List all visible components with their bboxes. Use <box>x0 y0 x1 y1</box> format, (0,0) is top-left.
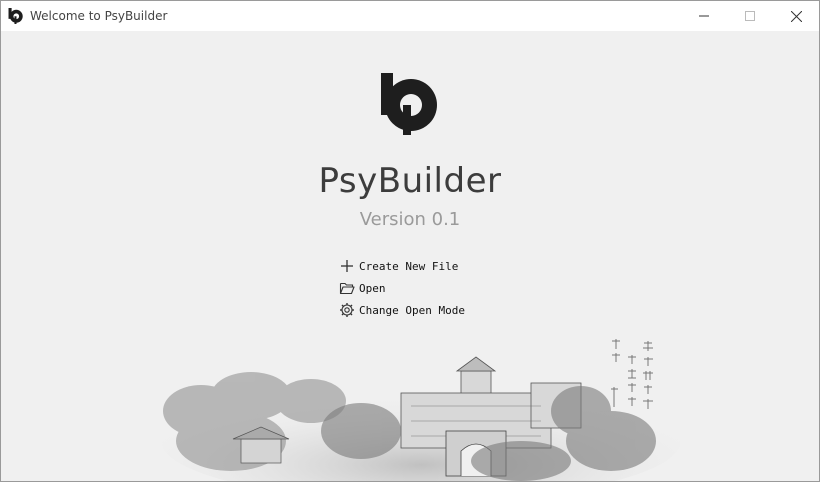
close-button[interactable] <box>773 1 819 31</box>
app-name: PsyBuilder <box>318 161 502 201</box>
open-label: Open <box>359 281 386 295</box>
close-icon <box>790 10 802 22</box>
welcome-actions: Create New File Open Change Open Mode <box>339 255 465 321</box>
title-bar[interactable]: Welcome to PsyBuilder <box>1 1 819 31</box>
create-new-file-label: Create New File <box>359 259 459 273</box>
maximize-button[interactable] <box>727 1 773 31</box>
calligraphy-seal-decoration <box>611 339 653 409</box>
psybuilder-logo-icon <box>8 8 23 24</box>
maximize-icon <box>745 11 755 21</box>
version-label: Version 0.1 <box>359 209 461 230</box>
change-open-mode-action[interactable]: Change Open Mode <box>339 299 465 321</box>
plus-icon <box>341 260 353 272</box>
create-new-file-action[interactable]: Create New File <box>339 255 465 277</box>
minimize-icon <box>699 15 709 17</box>
open-action[interactable]: Open <box>339 277 465 299</box>
gear-icon <box>340 303 354 317</box>
folder-open-icon <box>339 282 355 295</box>
welcome-window: Welcome to PsyBuilder PsyBuilder Version… <box>0 0 820 482</box>
window-title: Welcome to PsyBuilder <box>30 9 168 23</box>
minimize-button[interactable] <box>681 1 727 31</box>
campus-ink-illustration <box>161 356 681 481</box>
psybuilder-logo <box>381 73 437 135</box>
change-open-mode-label: Change Open Mode <box>359 303 465 317</box>
